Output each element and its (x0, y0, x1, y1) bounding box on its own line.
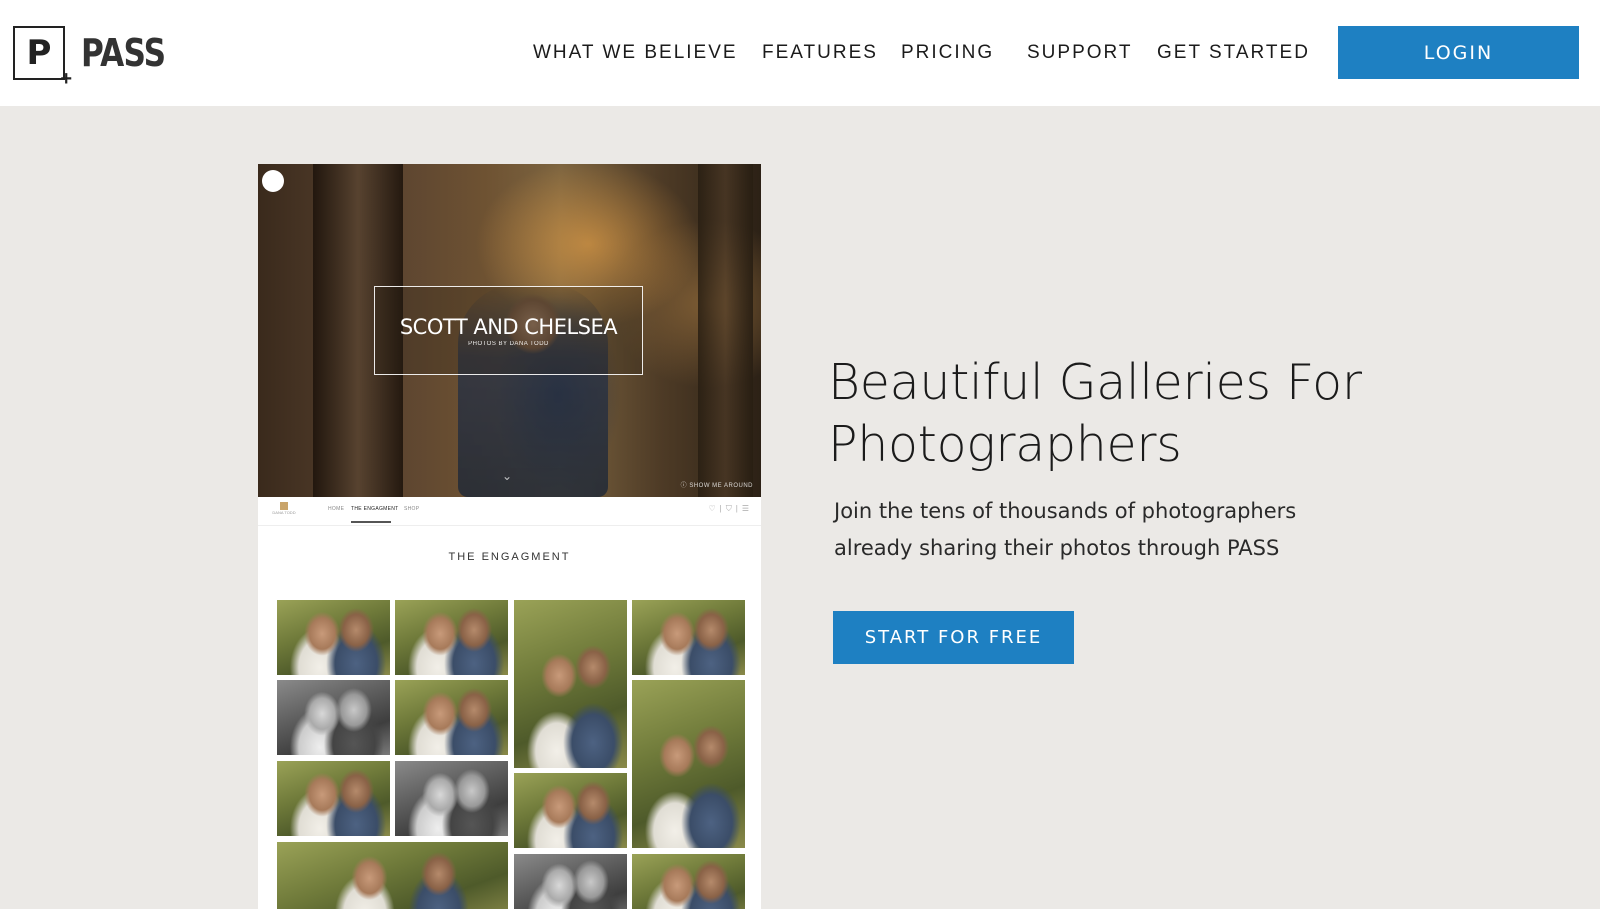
gallery-title-box: SCOTT AND CHELSEA PHOTOS BY DANA TODD (374, 286, 643, 375)
login-button[interactable]: LOGIN (1338, 26, 1579, 79)
gallery-nav-shop: SHOP (404, 506, 420, 512)
gallery-thumbnail (277, 680, 390, 755)
hero-headline: Beautiful Galleries For Photographers (828, 352, 1528, 476)
nav-features[interactable]: FEATURES (762, 42, 878, 64)
hero-subtext-line2: already sharing their photos through PAS… (834, 536, 1280, 560)
gallery-title: SCOTT AND CHELSEA (399, 315, 618, 339)
gallery-thumbnail (514, 854, 627, 909)
gallery-subnav: DANA TODD HOME THE ENGAGMENT SHOP ♡|⛉|☰ (258, 497, 761, 526)
gallery-thumbnail (395, 680, 508, 755)
hero-subtext-line1: Join the tens of thousands of photograph… (834, 499, 1297, 523)
gallery-subtitle: PHOTOS BY DANA TODD (468, 341, 549, 347)
gallery-thumbnail (277, 842, 508, 909)
show-me-around-label: ⓘ SHOW ME AROUND (680, 483, 753, 489)
gallery-action-icons: ♡|⛉|☰ (708, 504, 753, 513)
gallery-logo-mark (280, 502, 288, 510)
chevron-down-icon: ⌄ (502, 469, 513, 483)
gallery-hero-image: SCOTT AND CHELSEA PHOTOS BY DANA TODD ⌄ … (258, 164, 761, 497)
hero-subtext: Join the tens of thousands of photograph… (834, 493, 1354, 567)
gallery-thumbnail (395, 600, 508, 675)
gallery-thumbnail (514, 600, 627, 768)
start-for-free-button[interactable]: START FOR FREE (833, 611, 1074, 664)
nav-pricing[interactable]: PRICING (901, 42, 994, 64)
site-header: P + PASS WHAT WE BELIEVE FEATURES PRICIN… (0, 0, 1600, 106)
tree-trunk-shape (698, 164, 753, 497)
gallery-thumbnail (277, 761, 390, 836)
active-tab-underline (351, 521, 391, 523)
gallery-nav-home: HOME (328, 506, 345, 512)
hero-headline-line2: Photographers (828, 416, 1182, 473)
nav-get-started[interactable]: GET STARTED (1157, 42, 1310, 64)
gallery-thumbnail (632, 680, 745, 848)
gallery-preview: SCOTT AND CHELSEA PHOTOS BY DANA TODD ⌄ … (258, 164, 761, 909)
gallery-thumbnail (277, 600, 390, 675)
nav-support[interactable]: SUPPORT (1027, 42, 1133, 64)
gallery-thumbnail (395, 761, 508, 836)
hero-headline-line1: Beautiful Galleries For (828, 354, 1362, 411)
nav-what-we-believe[interactable]: WHAT WE BELIEVE (533, 42, 738, 64)
gallery-menu-dot (262, 170, 284, 192)
gallery-logo-text: DANA TODD (272, 510, 296, 515)
gallery-logo: DANA TODD (270, 502, 298, 518)
gallery-nav-engagement: THE ENGAGMENT (351, 506, 399, 512)
gallery-thumbnail (632, 600, 745, 675)
gallery-section-title: THE ENGAGMENT (448, 551, 571, 563)
gallery-thumbnail (514, 773, 627, 848)
gallery-thumbnail (632, 854, 745, 909)
